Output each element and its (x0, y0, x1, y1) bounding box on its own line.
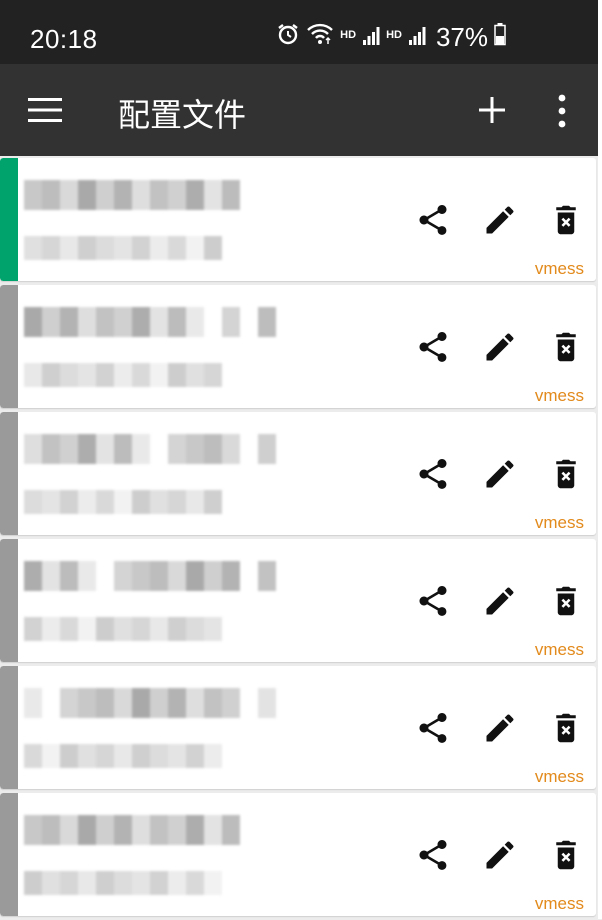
profile-card[interactable]: vmess (0, 666, 596, 789)
profile-name-redacted (24, 688, 276, 718)
alarm-icon (276, 22, 300, 53)
status-bar: 20:18 HD HD 37% (0, 0, 602, 64)
delete-icon[interactable] (548, 837, 584, 873)
share-icon[interactable] (415, 456, 451, 492)
edit-icon[interactable] (482, 583, 518, 619)
delete-icon[interactable] (548, 329, 584, 365)
active-indicator (0, 158, 18, 281)
plus-icon[interactable] (474, 92, 510, 128)
profile-address-redacted (24, 236, 222, 260)
profile-name-redacted (24, 307, 276, 337)
battery-icon (494, 22, 506, 53)
delete-icon[interactable] (548, 456, 584, 492)
edit-icon[interactable] (482, 329, 518, 365)
profile-card[interactable]: vmess (0, 285, 596, 408)
active-indicator (0, 285, 18, 408)
active-indicator (0, 412, 18, 535)
hd-indicator: HD (340, 28, 357, 41)
profile-address-redacted (24, 490, 222, 514)
profile-name-redacted (24, 434, 276, 464)
hamburger-menu-icon[interactable] (28, 97, 62, 123)
profile-address-redacted (24, 744, 222, 768)
active-indicator (0, 539, 18, 662)
profile-card[interactable]: vmess (0, 539, 596, 662)
delete-icon[interactable] (548, 583, 584, 619)
edit-icon[interactable] (482, 710, 518, 746)
share-icon[interactable] (415, 329, 451, 365)
profile-card[interactable]: vmess (0, 158, 596, 281)
profile-card[interactable]: vmess (0, 412, 596, 535)
screen-edge (598, 0, 602, 919)
share-icon[interactable] (415, 710, 451, 746)
profile-card[interactable]: vmess (0, 793, 596, 916)
status-icons: HD HD 37% (276, 22, 506, 53)
profile-list: vmess vmess vmess vmess vmess vmess (0, 158, 598, 920)
protocol-type-label: vmess (534, 640, 584, 659)
protocol-type-label: vmess (534, 386, 584, 405)
share-icon[interactable] (415, 837, 451, 873)
protocol-type-label: vmess (534, 894, 584, 913)
delete-icon[interactable] (548, 202, 584, 238)
page-title: 配置文件 (118, 96, 247, 134)
signal-icon (408, 22, 426, 53)
profile-name-redacted (24, 815, 276, 845)
protocol-type-label: vmess (534, 513, 584, 532)
protocol-type-label: vmess (534, 767, 584, 786)
status-time: 20:18 (30, 24, 98, 54)
delete-icon[interactable] (548, 710, 584, 746)
active-indicator (0, 666, 18, 789)
protocol-type-label: vmess (534, 259, 584, 278)
active-indicator (0, 793, 18, 916)
signal-icon (362, 22, 380, 53)
edit-icon[interactable] (482, 456, 518, 492)
profile-address-redacted (24, 363, 222, 387)
wifi-icon (306, 22, 334, 53)
more-vertical-icon[interactable] (554, 94, 570, 128)
profile-name-redacted (24, 180, 276, 210)
hd-indicator: HD (386, 28, 402, 41)
share-icon[interactable] (415, 202, 451, 238)
share-icon[interactable] (415, 583, 451, 619)
app-bar: 配置文件 (0, 64, 598, 156)
profile-address-redacted (24, 871, 222, 895)
profile-address-redacted (24, 617, 222, 641)
battery-percent: 37% (435, 22, 488, 52)
profile-name-redacted (24, 561, 276, 591)
edit-icon[interactable] (482, 837, 518, 873)
edit-icon[interactable] (482, 202, 518, 238)
